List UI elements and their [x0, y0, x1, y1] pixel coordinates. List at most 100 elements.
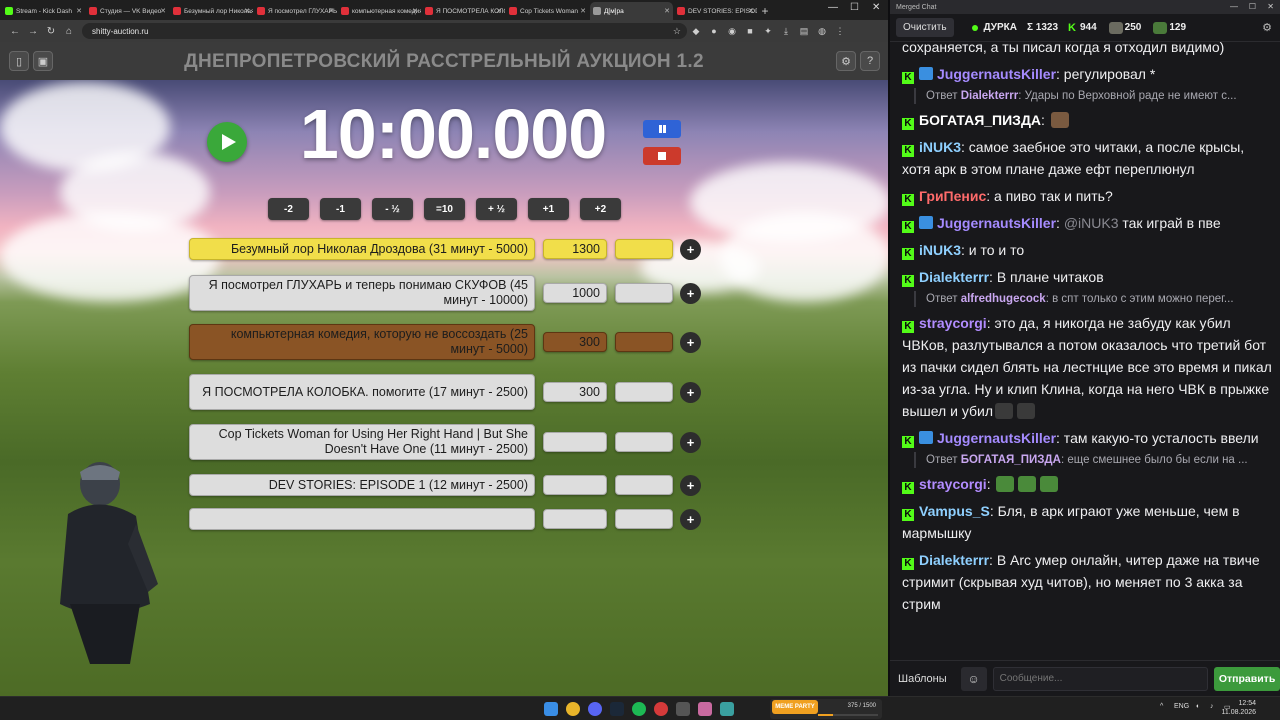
- add-bid-button[interactable]: +: [680, 474, 701, 496]
- minimize-icon[interactable]: —: [1230, 2, 1238, 11]
- discord-icon[interactable]: [588, 702, 602, 716]
- lot-amount-field[interactable]: 1000: [543, 283, 607, 303]
- puzzle-icon[interactable]: ✦: [759, 26, 777, 37]
- add-bid-button[interactable]: +: [680, 508, 701, 530]
- chat-username[interactable]: JuggernautsKiller: [937, 66, 1056, 82]
- close-window-icon[interactable]: ✕: [1267, 2, 1274, 11]
- lot-extra-field[interactable]: [615, 239, 673, 259]
- time-adjust-button[interactable]: =10: [424, 198, 465, 220]
- add-bid-button[interactable]: +: [680, 282, 701, 304]
- clear-chat-button[interactable]: Очистить: [896, 18, 954, 37]
- time-adjust-button[interactable]: -1: [320, 198, 361, 220]
- maximize-icon[interactable]: ☐: [850, 2, 859, 13]
- tab-close-icon[interactable]: ✕: [76, 7, 82, 15]
- tab-close-icon[interactable]: ✕: [244, 7, 250, 15]
- lot-name-field[interactable]: DEV STORIES: EPISODE 1 (12 минут - 2500): [189, 474, 535, 496]
- send-button[interactable]: Отправить: [1214, 666, 1280, 691]
- tab-close-icon[interactable]: ✕: [748, 7, 754, 15]
- tab-close-icon[interactable]: ✕: [496, 7, 502, 15]
- chat-username[interactable]: Dialekterrr: [919, 552, 989, 568]
- app-icon[interactable]: [698, 702, 712, 716]
- tab-close-icon[interactable]: ✕: [160, 7, 166, 15]
- settings-icon[interactable]: ⚙: [836, 51, 856, 71]
- browser-tab[interactable]: Я ПОСМОТРЕЛА КОЛОБКА✕: [422, 2, 505, 20]
- lot-amount-field[interactable]: 300: [543, 332, 607, 352]
- lot-name-field[interactable]: компьютерная комедия, которую не воссозд…: [189, 324, 535, 360]
- lot-extra-field[interactable]: [615, 432, 673, 452]
- menu-icon[interactable]: ⋮: [831, 26, 849, 37]
- browser-tab[interactable]: Студия — VK Видео ✕: [86, 2, 169, 20]
- url-field[interactable]: shitty-auction.ru ☆: [82, 23, 687, 39]
- extension-icon[interactable]: ■: [741, 26, 759, 36]
- extension-icon[interactable]: ◆: [687, 26, 705, 37]
- chat-username[interactable]: Dialekterrr: [919, 269, 989, 285]
- chat-username[interactable]: straycorgi: [919, 315, 987, 331]
- tray-language[interactable]: ENG: [1174, 703, 1189, 710]
- tab-close-icon[interactable]: ✕: [580, 7, 586, 15]
- steam-icon[interactable]: [610, 702, 624, 716]
- extension-icon[interactable]: ◉: [723, 26, 741, 37]
- add-bid-button[interactable]: +: [680, 331, 701, 353]
- minimize-icon[interactable]: —: [828, 2, 838, 13]
- chat-username[interactable]: Vampus_S: [919, 503, 990, 519]
- chat-username[interactable]: iNUK3: [919, 242, 961, 258]
- chat-username[interactable]: straycorgi: [919, 476, 987, 492]
- chat-username[interactable]: JuggernautsKiller: [937, 430, 1056, 446]
- browser-tab[interactable]: компьютерная комедия ✕: [338, 2, 421, 20]
- bookmark-star-icon[interactable]: ☆: [673, 26, 681, 37]
- play-button[interactable]: [207, 122, 247, 162]
- lot-name-field[interactable]: Cop Tickets Woman for Using Her Right Ha…: [189, 424, 535, 460]
- lot-amount-field[interactable]: [543, 475, 607, 495]
- close-window-icon[interactable]: ✕: [872, 2, 880, 13]
- time-adjust-button[interactable]: +1: [528, 198, 569, 220]
- chat-username[interactable]: JuggernautsKiller: [937, 215, 1056, 231]
- tab-close-icon[interactable]: ✕: [664, 7, 670, 15]
- extension-icon[interactable]: ●: [705, 26, 723, 36]
- lot-amount-field[interactable]: [543, 509, 607, 529]
- tab-close-icon[interactable]: ✕: [328, 7, 334, 15]
- network-icon[interactable]: ◐: [1196, 703, 1200, 710]
- chat-username[interactable]: ГриПенис: [919, 188, 986, 204]
- message-input[interactable]: [992, 666, 1209, 691]
- reload-icon[interactable]: ↻: [42, 26, 60, 37]
- lot-name-field[interactable]: [189, 508, 535, 530]
- chat-username[interactable]: БОГАТАЯ_ПИЗДА: [919, 112, 1041, 128]
- browser-tab[interactable]: Stream - Kick Dash ✕: [2, 2, 85, 20]
- sidebar-icon[interactable]: ▤: [795, 26, 813, 37]
- time-adjust-button[interactable]: +2: [580, 198, 621, 220]
- help-icon[interactable]: ?: [860, 51, 880, 71]
- gear-icon[interactable]: ⚙: [1262, 21, 1272, 34]
- lot-name-field[interactable]: Безумный лор Николая Дроздова (31 минут …: [189, 238, 535, 260]
- browser-tab[interactable]: DEV STORIES: EPISODE ✕: [674, 2, 757, 20]
- lot-amount-field[interactable]: 300: [543, 382, 607, 402]
- forward-icon[interactable]: →: [24, 26, 42, 37]
- time-adjust-button[interactable]: - ½: [372, 198, 413, 220]
- home-icon[interactable]: ⌂: [60, 26, 78, 37]
- tab-close-icon[interactable]: ✕: [412, 7, 418, 15]
- pause-button[interactable]: [643, 120, 681, 138]
- maximize-icon[interactable]: ☐: [1249, 2, 1256, 11]
- obs-icon[interactable]: [654, 702, 668, 716]
- lot-extra-field[interactable]: [615, 382, 673, 402]
- browser-tab[interactable]: Безумный лор Николая ✕: [170, 2, 253, 20]
- time-adjust-button[interactable]: + ½: [476, 198, 517, 220]
- lot-extra-field[interactable]: [615, 332, 673, 352]
- add-bid-button[interactable]: +: [680, 381, 701, 403]
- lot-extra-field[interactable]: [615, 475, 673, 495]
- templates-button[interactable]: Шаблоны: [898, 673, 947, 685]
- app-icon[interactable]: [676, 702, 690, 716]
- lot-name-field[interactable]: Я посмотрел ГЛУХАРЬ и теперь понимаю СКУ…: [189, 275, 535, 311]
- add-bid-button[interactable]: +: [680, 238, 701, 260]
- download-icon[interactable]: ⤓: [777, 26, 795, 37]
- lot-amount-field[interactable]: [543, 432, 607, 452]
- browser-tab[interactable]: Я посмотрел ГЛУХАРЬ ✕: [254, 2, 337, 20]
- tray-chevron-icon[interactable]: ^: [1160, 703, 1163, 710]
- lot-extra-field[interactable]: [615, 509, 673, 529]
- app-icon[interactable]: [720, 702, 734, 716]
- lot-amount-field[interactable]: 1300: [543, 239, 607, 259]
- chat-username[interactable]: iNUK3: [919, 139, 961, 155]
- volume-icon[interactable]: ♪: [1210, 703, 1214, 710]
- add-bid-button[interactable]: +: [680, 431, 701, 453]
- time-adjust-button[interactable]: -2: [268, 198, 309, 220]
- windows-start-icon[interactable]: [544, 702, 558, 716]
